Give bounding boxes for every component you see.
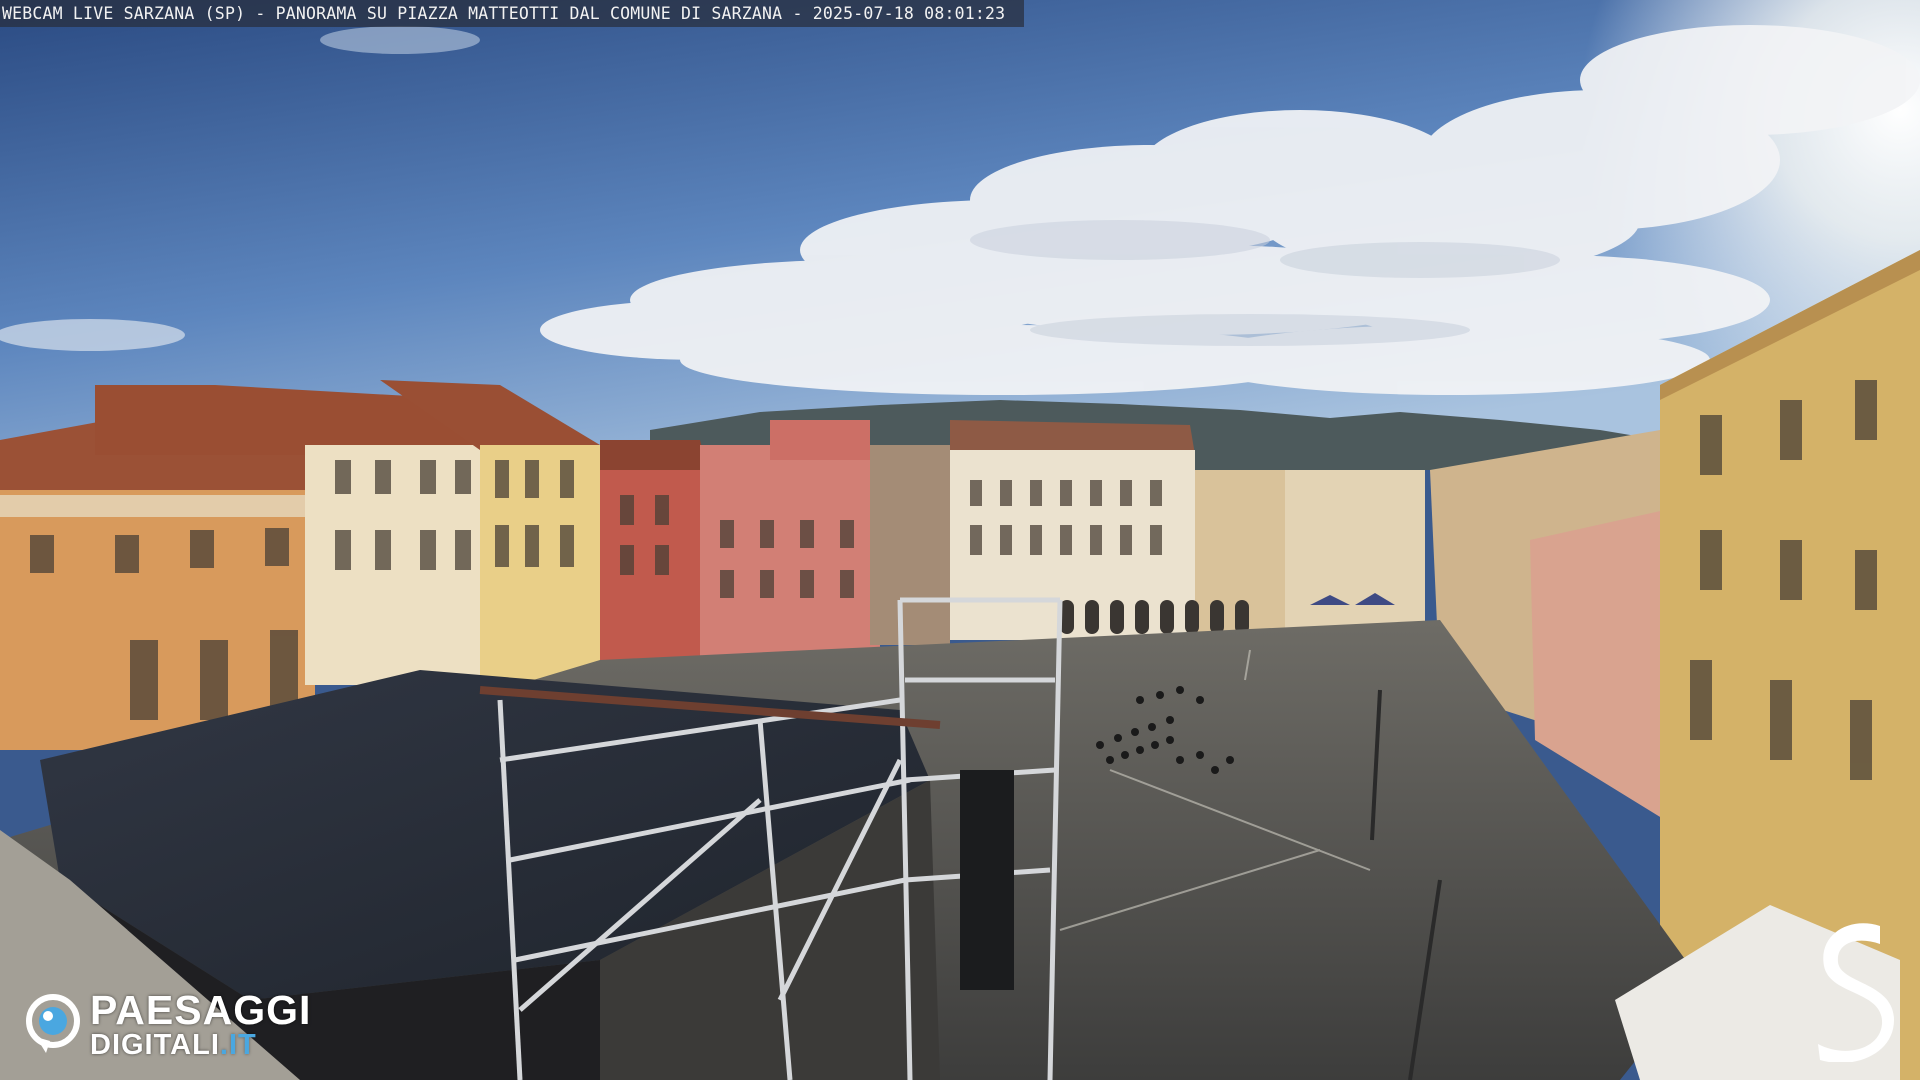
speaker-stack [960, 770, 1014, 990]
beige-building [870, 445, 950, 645]
webcam-scene [0, 0, 1920, 1080]
cloud-left [0, 319, 185, 351]
logo-digitali-text: DIGITALI [90, 1029, 220, 1061]
red-building [600, 420, 880, 670]
logo-wordmark: PAESAGGI DIGITALI .IT [90, 990, 311, 1060]
paesaggi-digitali-logo: PAESAGGI DIGITALI .IT [24, 990, 334, 1060]
cloud-top [320, 26, 480, 54]
logo-line-digitali: DIGITALI .IT [90, 1031, 311, 1060]
webcam-caption: WEBCAM LIVE SARZANA (SP) - PANORAMA SU P… [2, 4, 1006, 23]
eye-logo-icon [26, 994, 80, 1053]
letter-s-logo-icon [1818, 923, 1894, 1062]
logo-tld-text: .IT [219, 1029, 257, 1061]
webcam-caption-bar: WEBCAM LIVE SARZANA (SP) - PANORAMA SU P… [0, 0, 1024, 27]
logo-line-paesaggi: PAESAGGI [90, 987, 312, 1033]
